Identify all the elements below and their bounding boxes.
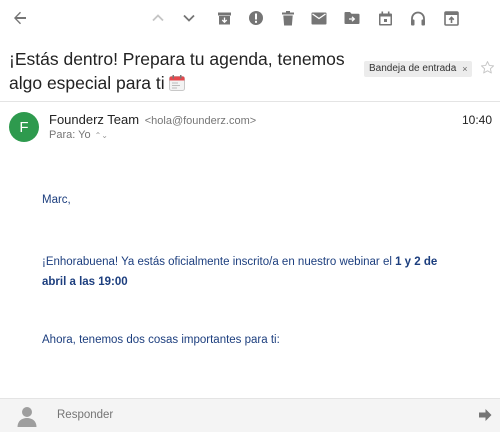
star-icon[interactable] — [480, 60, 495, 80]
header-divider — [0, 101, 500, 102]
snooze-icon[interactable] — [373, 6, 397, 30]
next-steps-paragraph: Ahora, tenemos dos cosas importantes par… — [42, 334, 280, 346]
send-icon[interactable] — [478, 408, 492, 427]
label-chip-text: Bandeja de entrada — [369, 63, 457, 74]
subject-row: ¡Estás dentro! Prepara tu agenda, tenemo… — [0, 38, 500, 98]
open-external-icon[interactable] — [439, 6, 463, 30]
move-to-icon[interactable] — [340, 6, 364, 30]
audio-icon[interactable] — [406, 6, 430, 30]
message-time: 10:40 — [462, 113, 493, 127]
expand-details-icon[interactable]: ⌃⌄ — [95, 131, 108, 140]
recipient-text: Para: Yo — [49, 129, 91, 141]
reply-input[interactable]: Responder — [57, 409, 113, 421]
spam-icon[interactable] — [244, 6, 268, 30]
sender-avatar[interactable]: F — [9, 112, 39, 142]
label-remove-icon[interactable]: × — [462, 61, 467, 77]
delete-icon[interactable] — [276, 6, 300, 30]
sender-email: <hola@founderz.com> — [144, 115, 257, 127]
chevron-up-icon[interactable] — [146, 6, 170, 30]
back-arrow-icon[interactable] — [8, 6, 32, 30]
congrats-paragraph: ¡Enhorabuena! Ya estás oficialmente insc… — [42, 252, 462, 292]
toolbar — [0, 0, 500, 36]
email-subject: ¡Estás dentro! Prepara tu agenda, tenemo… — [9, 47, 349, 95]
recipient-line[interactable]: Para: Yo ⌃⌄ — [49, 129, 108, 141]
label-chip-inbox[interactable]: Bandeja de entrada × — [364, 61, 472, 77]
reply-bar: Responder — [0, 399, 500, 432]
archive-icon[interactable] — [212, 6, 236, 30]
congrats-text: ¡Enhorabuena! Ya estás oficialmente insc… — [42, 256, 396, 268]
mark-unread-icon[interactable] — [307, 6, 331, 30]
greeting: Marc, — [42, 194, 71, 206]
calendar-emoji-icon — [168, 73, 185, 91]
user-avatar-icon — [16, 405, 38, 432]
chevron-down-icon[interactable] — [177, 6, 201, 30]
sender-line: Founderz Team <hola@founderz.com> — [49, 112, 256, 127]
sender-name[interactable]: Founderz Team — [49, 112, 139, 127]
